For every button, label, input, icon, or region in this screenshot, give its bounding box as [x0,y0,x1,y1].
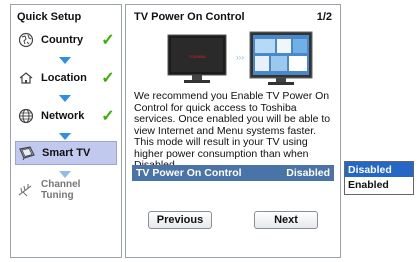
house-icon [17,69,35,87]
chevron-down-icon [59,171,71,178]
antenna-icon [17,181,35,199]
check-icon: ✓ [101,108,115,125]
step-location[interactable]: Location ✓ [15,67,115,89]
step-network[interactable]: Network ✓ [15,105,115,127]
description-text: We recommend you Enable TV Power On Cont… [134,90,331,170]
tv-off-image: TOSHIBA [167,34,227,83]
setting-dropdown[interactable]: Disabled Enabled [344,161,414,195]
chevron-down-icon [59,133,71,140]
transition-arrows: ››› [236,53,244,62]
check-icon: ✓ [101,32,115,49]
tv-power-on-control-row[interactable]: TV Power On Control Disabled [132,165,334,181]
tv-brand-text: TOSHIBA [188,54,206,59]
dropdown-option-enabled[interactable]: Enabled [345,177,413,192]
tv-illustration: TOSHIBA ››› [167,31,313,85]
step-location-label: Location [41,72,87,84]
network-globe-icon [17,107,35,125]
page-indicator: 1/2 [316,11,332,23]
step-country-label: Country [41,34,84,46]
smart-tv-icon [18,144,36,162]
quick-setup-panel: Quick Setup Country ✓ Location ✓ Network… [10,4,122,258]
step-smart-tv[interactable]: Smart TV [15,141,117,165]
globe-flag-icon [17,31,35,49]
check-icon: ✓ [101,70,115,87]
step-network-label: Network [41,110,85,122]
tv-on-image [249,31,313,85]
page-title: TV Power On Control [134,11,245,23]
setting-label: TV Power On Control [136,167,242,179]
dropdown-option-disabled[interactable]: Disabled [345,162,413,177]
chevron-down-icon [59,95,71,102]
step-smart-tv-label: Smart TV [42,147,91,159]
chevron-down-icon [59,57,71,64]
tv-power-on-control-panel: TV Power On Control 1/2 TOSHIBA ››› We r… [125,4,341,258]
next-button[interactable]: Next [254,211,318,229]
step-country[interactable]: Country ✓ [15,29,115,51]
step-channel-tuning[interactable]: Channel Tuning [15,179,115,201]
quick-setup-title: Quick Setup [17,11,82,23]
step-channel-tuning-label: Channel Tuning [41,179,81,201]
previous-button[interactable]: Previous [148,211,212,229]
setting-value: Disabled [286,167,330,179]
